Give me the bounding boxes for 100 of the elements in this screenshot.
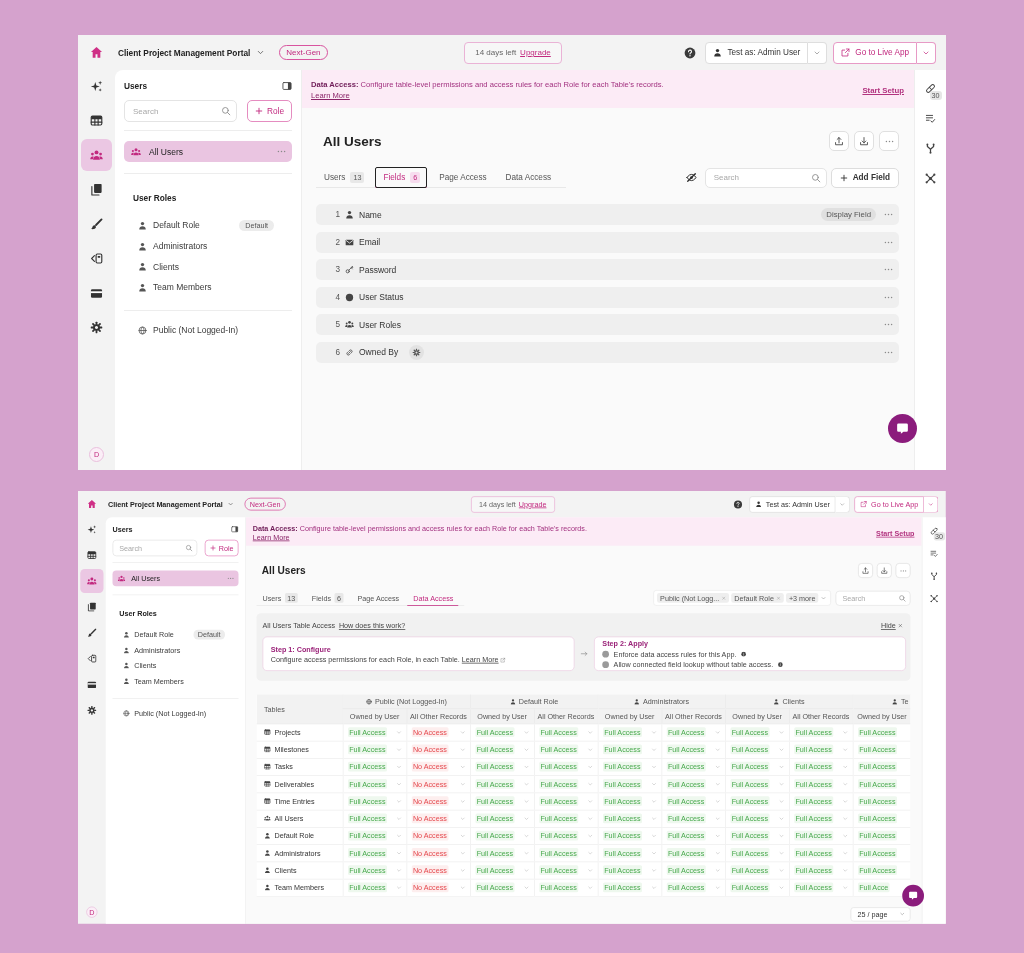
person-icon (345, 210, 354, 219)
link-icon (345, 347, 354, 357)
upload-button[interactable] (829, 131, 849, 151)
person-icon (138, 282, 147, 292)
gear-icon[interactable] (409, 344, 425, 360)
chevron-box-icon (90, 252, 103, 265)
download-icon (859, 136, 869, 146)
toggle[interactable] (602, 650, 610, 658)
sidebar-item[interactable]: Administrators (124, 235, 292, 257)
upload-icon (834, 136, 844, 146)
users-icon (264, 815, 271, 822)
fork-icon[interactable] (930, 571, 939, 580)
sidebar-item[interactable]: Team Members (124, 277, 292, 298)
plus-icon (839, 173, 848, 182)
row-number: 2 (334, 237, 340, 247)
network-icon[interactable] (930, 594, 939, 603)
field-row[interactable]: 5 User Roles (316, 314, 899, 336)
row-number: 1 (334, 210, 340, 219)
info-icon[interactable] (740, 651, 747, 657)
help-icon[interactable] (684, 46, 697, 59)
download-button[interactable] (877, 563, 892, 578)
users-icon (117, 574, 126, 583)
search-field[interactable]: Search (704, 167, 827, 188)
search-field[interactable]: Search (124, 100, 237, 122)
help-icon[interactable] (733, 499, 743, 509)
app-name: Client Project Management Portal (118, 47, 251, 58)
person-icon (891, 698, 898, 705)
tab[interactable]: Page Access (431, 167, 494, 188)
person-icon (713, 48, 723, 57)
info-icon[interactable] (777, 661, 783, 667)
page-title: All Users (323, 133, 382, 149)
sidebar-item[interactable]: All Users (124, 141, 292, 162)
live-app-button[interactable]: Go to Live App (833, 41, 917, 64)
tab[interactable]: Data Access (497, 167, 559, 188)
globe-icon (138, 325, 147, 335)
capsule-icon[interactable] (925, 82, 936, 94)
row-number: 6 (334, 347, 340, 357)
settings-icon (90, 321, 103, 334)
field-name: User Status (359, 292, 404, 303)
row-number: 5 (334, 320, 340, 330)
chevron-down-icon[interactable] (256, 48, 266, 57)
person-icon (634, 698, 640, 705)
person-icon (138, 262, 147, 272)
page-title: All Users (261, 564, 306, 577)
sidebar-item[interactable]: Public (Not Logged-In) (124, 319, 292, 341)
person-icon (264, 849, 271, 857)
row-number: 3 (334, 265, 340, 275)
upgrade-link[interactable]: Upgrade (520, 48, 551, 57)
row-number: 4 (334, 292, 340, 302)
home-icon[interactable] (87, 499, 97, 509)
envelope-icon (345, 237, 354, 247)
card-icon (87, 679, 97, 690)
person-icon (138, 220, 147, 230)
sparkle-icon (87, 524, 97, 535)
section-heading: User Roles (132, 193, 178, 203)
users-icon (87, 576, 97, 586)
test-as-button[interactable]: Test as: Admin User (705, 41, 809, 64)
documents-icon (90, 183, 103, 196)
person-icon (773, 698, 780, 705)
key-icon (345, 265, 354, 275)
status-dot-icon (345, 292, 354, 302)
field-name: Password (359, 264, 397, 275)
settings-icon (87, 705, 97, 716)
field-name: Name (359, 209, 382, 220)
chat-icon (896, 422, 909, 435)
trial-text: 14 days left (475, 48, 517, 57)
users-icon (131, 146, 141, 157)
person-icon (123, 677, 130, 685)
field-row[interactable]: 6 Owned By (316, 341, 899, 363)
documents-icon (87, 602, 97, 612)
field-name: User Roles (359, 319, 402, 330)
person-icon (755, 500, 763, 508)
download-button[interactable] (854, 131, 874, 151)
person-icon (509, 698, 516, 705)
upload-button[interactable] (858, 563, 874, 578)
toggle[interactable] (602, 660, 610, 668)
network-icon[interactable] (925, 172, 936, 184)
sidebar-item[interactable]: Clients (124, 256, 292, 278)
brush-icon (87, 627, 97, 638)
field-name: Owned By (359, 347, 399, 358)
add-field-button[interactable]: Add Field (830, 167, 899, 188)
field-row[interactable]: 4 User Status (316, 286, 899, 308)
home-icon[interactable] (90, 46, 103, 59)
chat-icon (908, 891, 919, 901)
collapse-sidebar-icon[interactable] (282, 81, 292, 91)
list-check-icon[interactable] (925, 112, 936, 124)
person-icon (264, 832, 271, 839)
sidebar-title: Users (124, 81, 148, 91)
sparkle-icon (90, 79, 103, 93)
person-icon (264, 866, 271, 874)
field-row[interactable]: 3 Password (316, 259, 899, 281)
person-icon (123, 646, 130, 654)
person-icon (138, 241, 147, 251)
fork-icon[interactable] (925, 142, 936, 154)
field-row[interactable]: 2 Email (316, 231, 899, 253)
add-role-button[interactable]: Role (247, 100, 292, 122)
table-icon (90, 114, 103, 127)
plus-icon (254, 107, 263, 115)
search-icon (810, 172, 821, 183)
eye-slash-icon[interactable] (685, 172, 697, 183)
